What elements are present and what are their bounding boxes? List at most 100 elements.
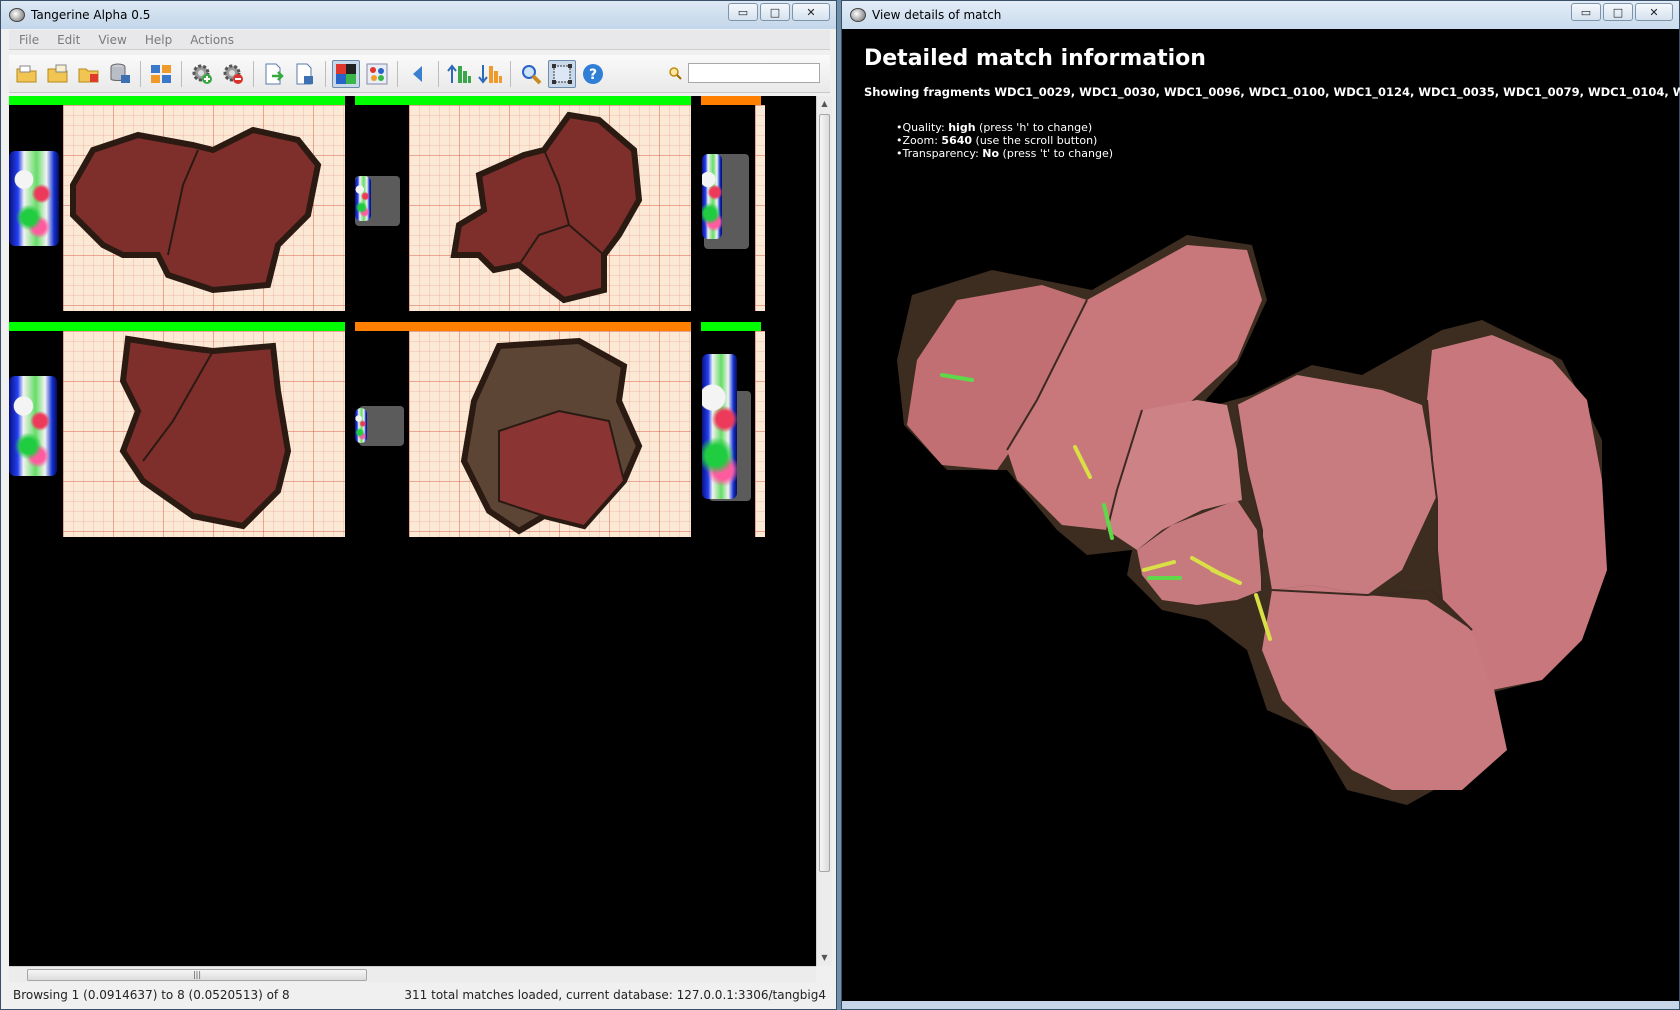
app-icon: [850, 8, 866, 22]
close-button[interactable]: ✕: [1635, 3, 1673, 21]
match-heatmap: [355, 408, 367, 443]
match-preview[interactable]: [755, 105, 765, 311]
settings-add-button[interactable]: [188, 60, 216, 88]
settings-remove-icon: [223, 64, 243, 84]
sort-ascending-icon: [447, 63, 471, 83]
toolbar-separator: [325, 60, 326, 87]
vertical-scroll-thumb[interactable]: [819, 114, 830, 872]
settings-remove-button[interactable]: [219, 60, 247, 88]
details-options-list: Quality: high (press 'h' to change) Zoom…: [896, 121, 1114, 160]
fit-view-icon: [552, 63, 572, 84]
minimize-button[interactable]: ▭: [1571, 3, 1601, 21]
close-button[interactable]: ✕: [792, 3, 830, 21]
open-special-button[interactable]: [75, 60, 103, 88]
fragment-image: [70, 126, 322, 294]
points-view-button[interactable]: [363, 60, 391, 88]
open-folder-button[interactable]: [13, 60, 41, 88]
color-view-icon: [336, 63, 356, 84]
main-window: Tangerine Alpha 0.5 ▭ □ ✕ File Edit View…: [0, 0, 837, 1010]
zoom-button[interactable]: [517, 60, 545, 88]
transparency-option: Transparency: No (press 't' to change): [896, 147, 1114, 160]
sort-ascending-button[interactable]: [445, 60, 473, 88]
open-special-icon: [78, 68, 99, 82]
toolbar-separator: [140, 60, 141, 87]
fragments-list: Showing fragments WDC1_0029, WDC1_0030, …: [864, 85, 1680, 99]
fit-view-button[interactable]: [548, 59, 576, 88]
search-icon: [669, 67, 682, 80]
quality-option: Quality: high (press 'h' to change): [896, 121, 1113, 134]
search-input[interactable]: [688, 63, 820, 83]
match-heatmap: [702, 154, 722, 239]
open-folder-icon: [16, 65, 37, 82]
open-recent-icon: [47, 64, 68, 82]
main-titlebar: Tangerine Alpha 0.5 ▭ □ ✕: [1, 1, 836, 29]
fragment-image: [460, 337, 643, 535]
match-preview[interactable]: [63, 105, 345, 311]
match-preview[interactable]: [409, 105, 691, 311]
menu-file[interactable]: File: [13, 33, 45, 47]
toolbar-separator: [438, 60, 439, 87]
minimize-button[interactable]: ▭: [728, 3, 758, 21]
window-frame-bottom: [842, 1001, 1679, 1009]
scroll-up-arrow[interactable]: ▲: [817, 96, 832, 112]
back-arrow-icon: [413, 65, 422, 82]
match-preview[interactable]: [63, 331, 345, 537]
scroll-down-arrow[interactable]: ▼: [817, 950, 832, 966]
menu-help[interactable]: Help: [139, 33, 178, 47]
back-button[interactable]: [404, 60, 432, 88]
report-icon: [296, 63, 313, 84]
vertical-scrollbar[interactable]: ▲ ▼: [816, 96, 832, 966]
match-quality-bar-good: [355, 96, 691, 105]
menu-view[interactable]: View: [92, 33, 132, 47]
reassembled-fragments: [897, 235, 1607, 805]
details-heading: Detailed match information: [864, 46, 1206, 71]
match-heatmap: [9, 151, 59, 246]
open-recent-button[interactable]: [44, 60, 72, 88]
sort-descending-icon: [478, 64, 502, 84]
match-preview[interactable]: [409, 331, 691, 537]
maximize-button[interactable]: □: [1603, 3, 1633, 21]
toolbar-separator: [510, 60, 511, 87]
zoom-option: Zoom: 5640 (use the scroll button): [896, 134, 1113, 147]
match-3d-view[interactable]: Detailed match information Showing fragm…: [842, 30, 1680, 1009]
report-button[interactable]: [291, 60, 319, 88]
database-button[interactable]: [106, 60, 134, 88]
help-button[interactable]: ?: [579, 60, 607, 88]
app-icon: [9, 8, 25, 22]
svg-text:?: ?: [589, 67, 597, 83]
status-bar: Browsing 1 (0.0914637) to 8 (0.0520513) …: [9, 984, 830, 1006]
menu-actions[interactable]: Actions: [184, 33, 240, 47]
match-heatmap: [9, 376, 57, 476]
layout-icon: [151, 64, 171, 83]
search-box: [668, 63, 820, 83]
match-heatmap: [702, 354, 737, 499]
main-window-title: Tangerine Alpha 0.5: [31, 8, 151, 22]
maximize-button[interactable]: □: [760, 3, 790, 21]
menubar: File Edit View Help Actions: [9, 30, 830, 50]
menu-edit[interactable]: Edit: [51, 33, 86, 47]
zoom-icon: [522, 64, 542, 84]
match-results-canvas[interactable]: [9, 96, 816, 966]
horizontal-scrollbar[interactable]: |||: [9, 966, 816, 982]
database-icon: [110, 63, 130, 83]
match-quality-bar-warn: [701, 96, 761, 105]
sort-descending-button[interactable]: [476, 60, 504, 88]
color-view-button[interactable]: [332, 59, 360, 88]
status-browsing: Browsing 1 (0.0914637) to 8 (0.0520513) …: [13, 988, 290, 1002]
fragment-image: [450, 111, 643, 304]
details-window-title: View details of match: [872, 8, 1002, 22]
match-quality-bar-good: [701, 322, 761, 331]
match-preview[interactable]: [755, 331, 765, 537]
export-button[interactable]: [260, 60, 288, 88]
help-icon: ?: [583, 63, 603, 84]
match-details-window: View details of match ▭ □ ✕ Detailed mat…: [841, 0, 1680, 1010]
settings-add-icon: [192, 64, 212, 84]
match-quality-bar-good: [9, 322, 345, 331]
match-heatmap: [355, 176, 371, 221]
toolbar: ?: [9, 55, 830, 93]
status-database: 311 total matches loaded, current databa…: [404, 988, 826, 1002]
toolbar-separator: [181, 60, 182, 87]
horizontal-scroll-thumb[interactable]: |||: [27, 969, 367, 981]
layout-button[interactable]: [147, 60, 175, 88]
match-quality-bar-good: [9, 96, 345, 105]
